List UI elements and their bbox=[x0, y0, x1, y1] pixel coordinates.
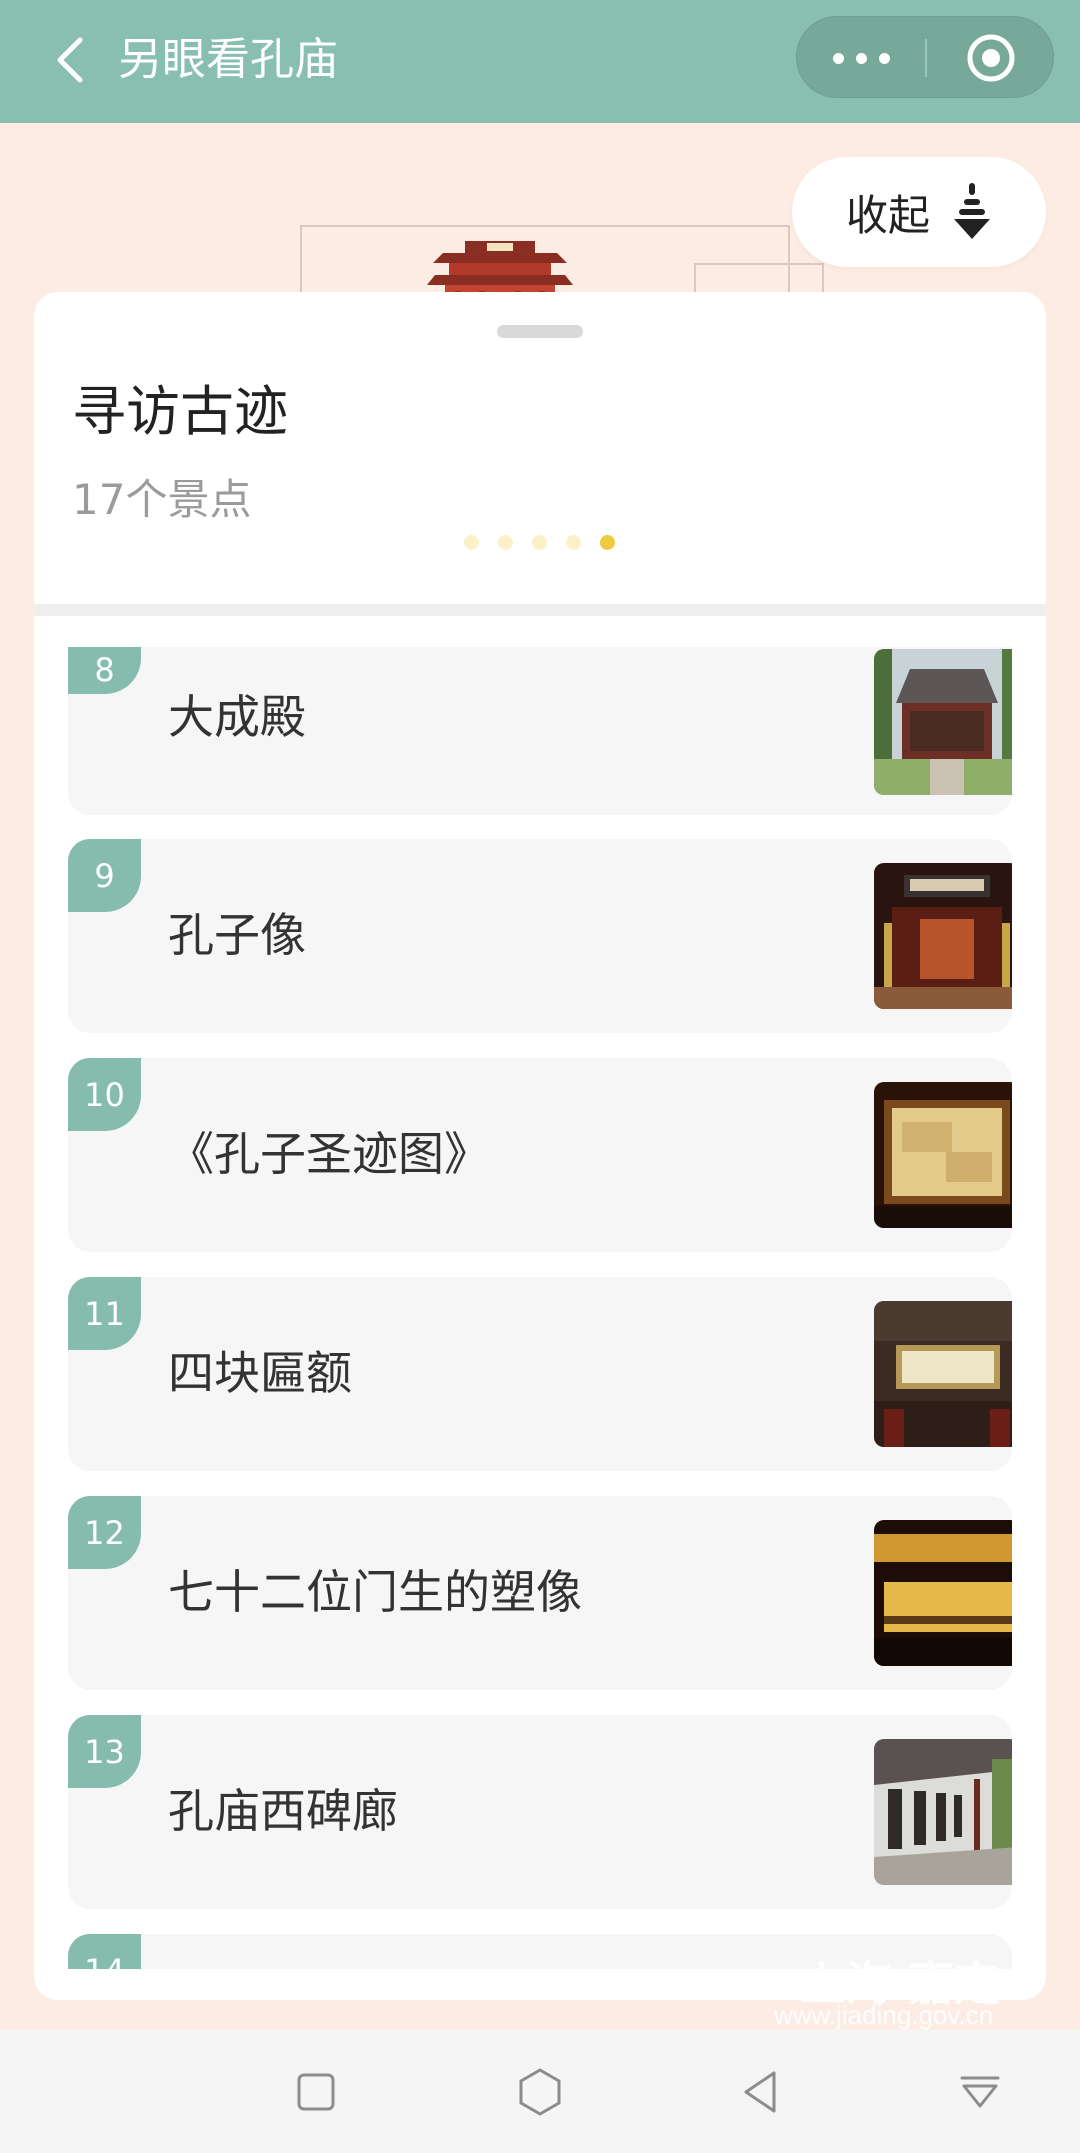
collapse-label: 收起 bbox=[845, 190, 930, 240]
spot-list[interactable]: 8 大成殿 9 孔子像 10 《孔子圣迹图》 11 四块匾额 12 七十二位门生… bbox=[34, 647, 1046, 1969]
spot-number-badge: 14 bbox=[68, 1934, 141, 1969]
spot-thumbnail bbox=[874, 1739, 1012, 1885]
system-navigation-bar bbox=[0, 2030, 1080, 2153]
spot-name: 大成殿 bbox=[168, 690, 306, 744]
home-button[interactable] bbox=[510, 2062, 570, 2122]
spot-number-badge: 8 bbox=[68, 647, 141, 694]
pager-dot[interactable] bbox=[498, 534, 513, 550]
top-navigation-bar: 另眼看孔庙 bbox=[0, 0, 1080, 123]
spot-thumbnail bbox=[874, 1520, 1012, 1666]
spot-number-badge: 9 bbox=[68, 839, 141, 912]
notification-button[interactable] bbox=[950, 2062, 1010, 2122]
chevron-left-icon bbox=[57, 37, 83, 83]
pager-dot[interactable] bbox=[566, 534, 581, 550]
hexagon-icon bbox=[519, 2068, 561, 2116]
close-button[interactable] bbox=[927, 17, 1055, 99]
spot-number-badge: 12 bbox=[68, 1496, 141, 1569]
spot-number-badge: 13 bbox=[68, 1715, 141, 1788]
spots-panel: 寻访古迹 17个景点 8 大成殿 9 孔子像 10 《孔子圣迹图》 11 四块匾… bbox=[34, 292, 1046, 2000]
back-nav-button[interactable] bbox=[730, 2062, 790, 2122]
spot-name: 四块匾额 bbox=[168, 1346, 352, 1400]
target-circle-icon bbox=[967, 34, 1015, 82]
triangle-back-icon bbox=[744, 2071, 776, 2113]
drag-handle[interactable] bbox=[497, 325, 583, 338]
watermark-url: www.jiading.gov.cn bbox=[774, 2000, 994, 2030]
pager-dot-active[interactable] bbox=[600, 534, 615, 550]
mini-program-capsule bbox=[796, 16, 1054, 98]
spot-thumbnail bbox=[874, 649, 1012, 795]
more-dots-icon bbox=[827, 52, 896, 64]
list-item[interactable]: 13 孔庙西碑廊 bbox=[68, 1715, 1012, 1909]
spot-thumbnail bbox=[874, 863, 1012, 1009]
square-icon bbox=[297, 2073, 335, 2111]
spot-name: 《孔子圣迹图》 bbox=[168, 1127, 490, 1181]
pager-dot[interactable] bbox=[464, 534, 479, 550]
arrow-down-funnel-icon bbox=[954, 183, 990, 239]
list-item[interactable]: 10 《孔子圣迹图》 bbox=[68, 1058, 1012, 1252]
dropdown-icon bbox=[960, 2076, 1000, 2108]
list-item[interactable]: 8 大成殿 bbox=[68, 647, 1012, 815]
spot-name: 七十二位门生的塑像 bbox=[168, 1565, 582, 1619]
spot-name: 孔庙西碑廊 bbox=[168, 1784, 398, 1838]
more-button[interactable] bbox=[797, 17, 925, 99]
spot-count: 17个景点 bbox=[72, 475, 252, 524]
spot-number-badge: 11 bbox=[68, 1277, 141, 1350]
spot-name: 孔子像 bbox=[168, 908, 306, 962]
list-item[interactable]: 11 四块匾额 bbox=[68, 1277, 1012, 1471]
collapse-button[interactable]: 收起 bbox=[792, 157, 1046, 267]
recent-apps-button[interactable] bbox=[286, 2062, 346, 2122]
back-button[interactable] bbox=[30, 20, 110, 100]
section-divider bbox=[34, 604, 1046, 616]
page-indicator bbox=[464, 532, 634, 552]
spot-thumbnail bbox=[874, 1301, 1012, 1447]
pager-dot[interactable] bbox=[532, 534, 547, 550]
spot-number-badge: 10 bbox=[68, 1058, 141, 1131]
list-item[interactable]: 9 孔子像 bbox=[68, 839, 1012, 1033]
page-title: 另眼看孔庙 bbox=[118, 34, 338, 85]
panel-title: 寻访古迹 bbox=[72, 380, 288, 443]
watermark: 上海 嘉定 www.jiading.gov.cn bbox=[770, 1948, 1070, 2030]
list-item[interactable]: 12 七十二位门生的塑像 bbox=[68, 1496, 1012, 1690]
spot-thumbnail bbox=[874, 1082, 1012, 1228]
